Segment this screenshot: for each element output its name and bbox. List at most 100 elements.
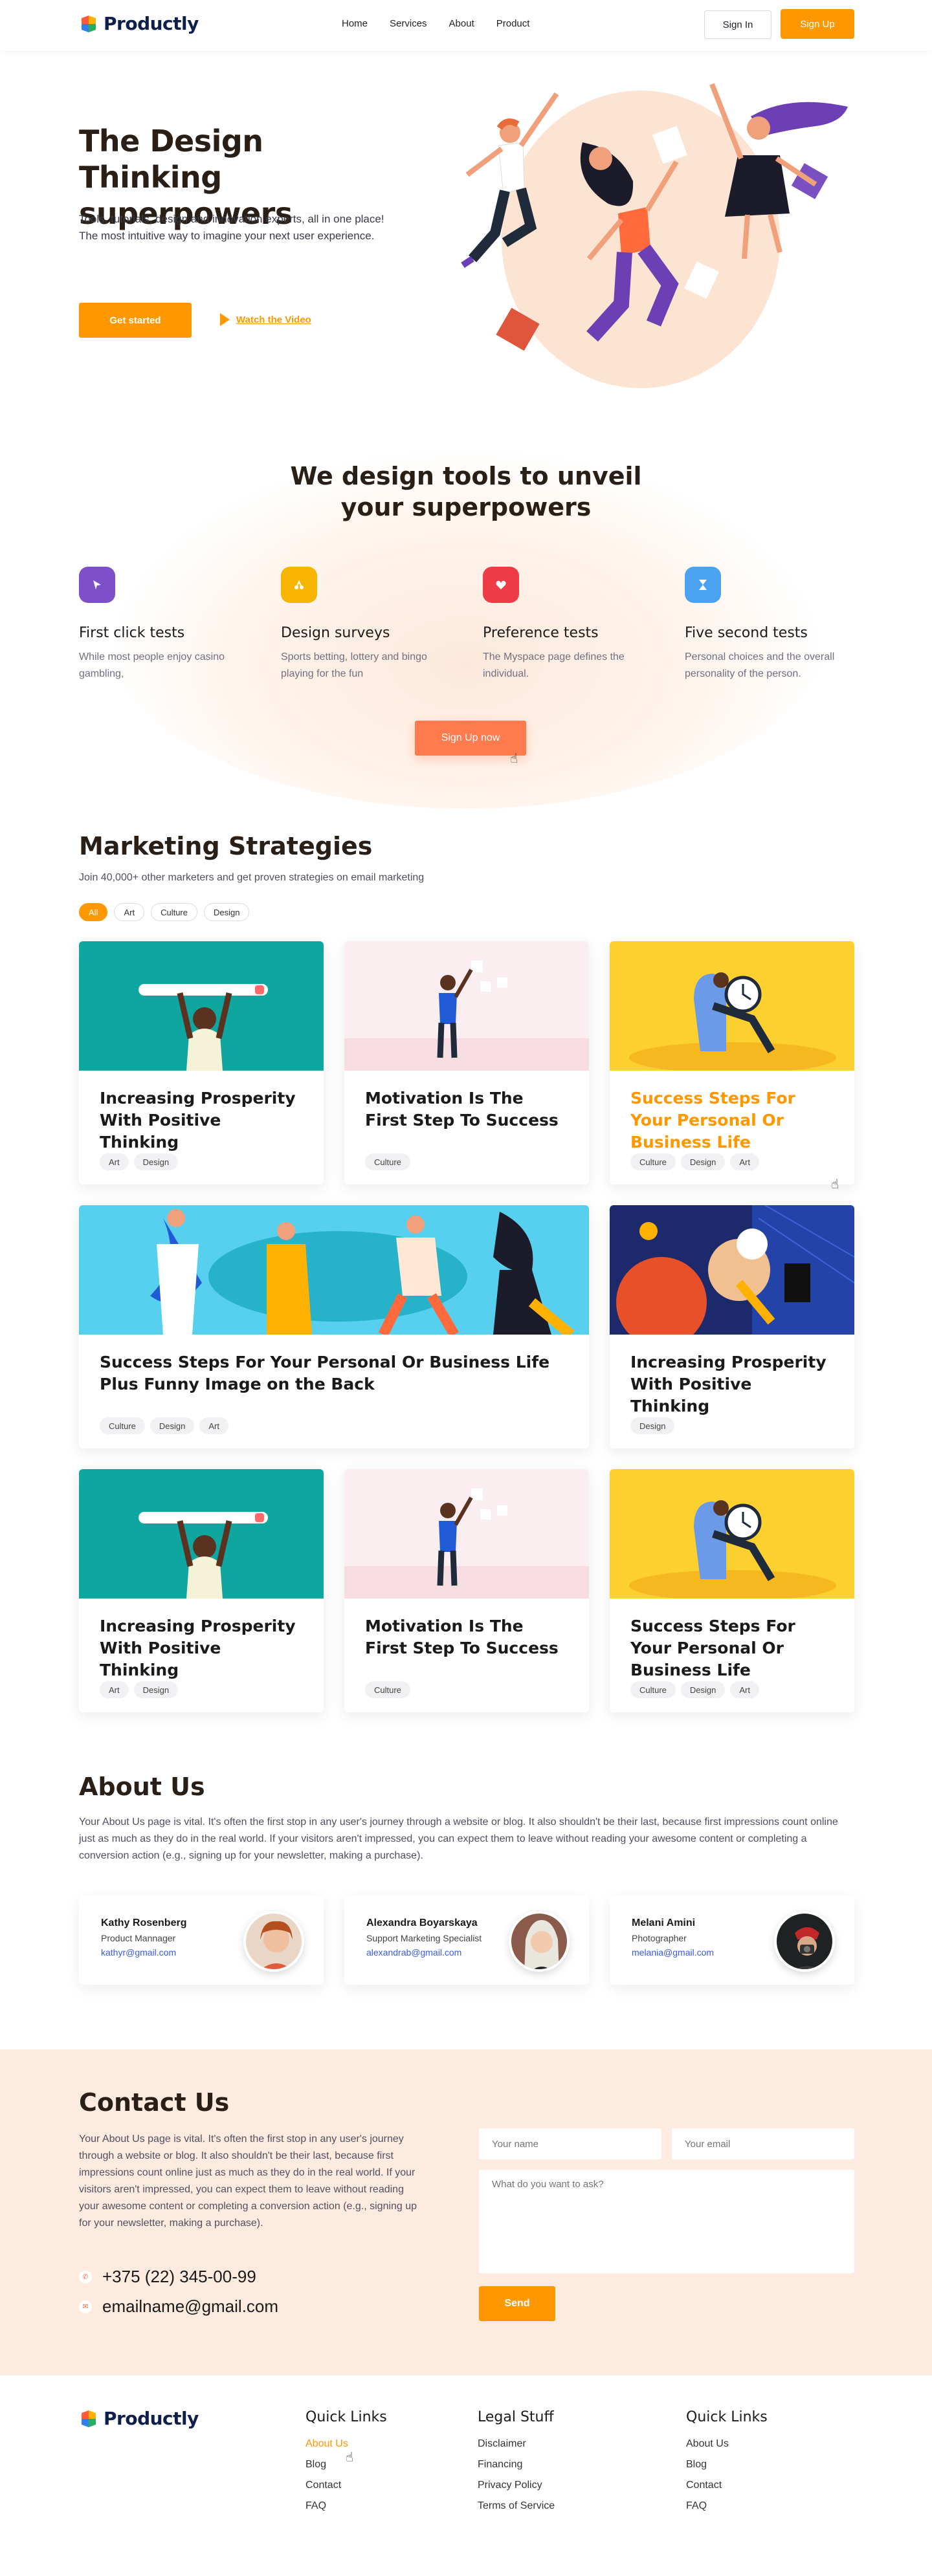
tag[interactable]: Design [630,1417,675,1434]
page: Productly Home Services About Product Si… [0,0,932,2576]
sign-up-button[interactable]: Sign Up [781,9,854,39]
filter-design[interactable]: Design [204,903,250,921]
message-field[interactable] [479,2170,854,2273]
brand-name: Productly [104,2408,199,2429]
card-tags: Art Design [100,1153,179,1170]
footer-link-about[interactable]: About Us [686,2438,768,2450]
tag[interactable]: Art [730,1681,760,1698]
filter-all[interactable]: All [79,903,108,921]
card-title: Increasing Prosperity With Positive Thin… [100,1089,296,1152]
team-member-card: Kathy Rosenberg Product Mannager kathyr@… [79,1895,324,1985]
card-tags: Culture [365,1153,410,1170]
card-image [344,1469,589,1599]
tag[interactable]: Culture [365,1153,410,1170]
footer-link-contact[interactable]: Contact [305,2480,387,2491]
tag[interactable]: Culture [630,1153,676,1170]
email-field[interactable] [672,2128,854,2159]
hand-cursor-icon: ☝ [346,2450,354,2465]
footer-column-title: Legal Stuff [478,2409,554,2425]
tag[interactable]: Culture [365,1681,410,1698]
survey-icon [281,567,317,603]
footer-link-privacy[interactable]: Privacy Policy [478,2480,555,2491]
sign-in-button[interactable]: Sign In [704,10,771,39]
nav-product[interactable]: Product [496,18,530,29]
tool-name: Preference tests [483,625,599,641]
card-title: Increasing Prosperity With Positive Thin… [630,1353,827,1415]
filter-culture[interactable]: Culture [151,903,197,921]
tag[interactable]: Design [680,1153,726,1170]
footer-link-about[interactable]: About Us [305,2438,387,2450]
card-title: Motivation Is The First Step To Success [365,1617,559,1657]
tool-name: Design surveys [281,625,390,641]
hand-cursor-icon: ☝ [831,1177,839,1192]
footer-link-blog[interactable]: Blog [686,2459,768,2471]
brand-name: Productly [104,13,199,34]
article-card[interactable]: Motivation Is The First Step To Success … [344,941,589,1184]
member-role: Product Mannager [101,1933,176,1943]
filter-art[interactable]: Art [114,903,145,921]
tag[interactable]: Art [100,1153,129,1170]
article-card[interactable]: Success Steps For Your Personal Or Busin… [79,1205,589,1448]
nav-services[interactable]: Services [390,18,427,29]
logo[interactable]: Productly [79,13,199,34]
send-button[interactable]: Send [479,2286,555,2321]
article-card[interactable]: Success Steps For Your Personal Or Busin… [610,941,854,1184]
footer-logo[interactable]: Productly [79,2408,199,2429]
nav-home[interactable]: Home [342,18,368,29]
article-card[interactable]: Success Steps For Your Personal Or Busin… [610,1469,854,1712]
card-image [79,1205,589,1335]
member-email[interactable]: kathyr@gmail.com [101,1947,176,1958]
tag[interactable]: Culture [100,1417,145,1434]
article-card[interactable]: Motivation Is The First Step To Success … [344,1469,589,1712]
card-title: Motivation Is The First Step To Success [365,1089,559,1130]
member-email[interactable]: melania@gmail.com [632,1947,714,1958]
card-image [610,941,854,1071]
tag[interactable]: Design [133,1153,179,1170]
footer-link-disclaimer[interactable]: Disclaimer [478,2438,555,2450]
phone-number: +375 (22) 345-00-99 [102,2267,256,2286]
card-title: Success Steps For Your Personal Or Busin… [630,1617,795,1679]
member-role: Support Marketing Specialist [366,1933,482,1943]
tag[interactable]: Art [730,1153,760,1170]
card-title: Success Steps For Your Personal Or Busin… [630,1089,795,1152]
tag[interactable]: Design [150,1417,195,1434]
filter-bar: All Art Culture Design [79,903,250,921]
get-started-button[interactable]: Get started [79,303,192,338]
marketing-title: Marketing Strategies [79,832,373,860]
tag[interactable]: Culture [630,1681,676,1698]
tag[interactable]: Design [133,1681,179,1698]
footer-link-financing[interactable]: Financing [478,2459,555,2471]
footer-column-title: Quick Links [686,2409,768,2425]
member-email[interactable]: alexandrab@gmail.com [366,1947,461,1958]
name-field[interactable] [479,2128,661,2159]
phone-icon: ✆ [79,2270,92,2284]
play-icon [220,313,230,326]
footer-link-terms[interactable]: Terms of Service [478,2500,555,2512]
contact-email[interactable]: ✉ emailname@gmail.com [79,2297,278,2317]
watch-video-link[interactable]: Watch the Video [220,313,311,326]
hero-text: Tools, tutorials, design and innovation … [79,213,384,242]
member-name: Melani Amini [632,1917,696,1928]
footer-column-quick-links-2: Quick Links About Us Blog Contact FAQ [686,2409,768,2521]
footer-link-faq[interactable]: FAQ [686,2500,768,2512]
article-card[interactable]: Increasing Prosperity With Positive Thin… [79,1469,324,1712]
contact-phone[interactable]: ✆ +375 (22) 345-00-99 [79,2267,256,2287]
tag[interactable]: Design [680,1681,726,1698]
tool-first-click: First click tests While most people enjo… [79,567,254,682]
about-title: About Us [79,1773,205,1801]
article-card[interactable]: Increasing Prosperity With Positive Thin… [79,941,324,1184]
card-image [610,1469,854,1599]
member-name: Alexandra Boyarskaya [366,1917,478,1928]
card-image [79,1469,324,1599]
tool-name: First click tests [79,625,185,641]
team-member-card: Alexandra Boyarskaya Support Marketing S… [344,1895,589,1985]
footer-link-faq[interactable]: FAQ [305,2500,387,2512]
footer-link-contact[interactable]: Contact [686,2480,768,2491]
tag[interactable]: Art [199,1417,229,1434]
logo-icon [79,2409,98,2429]
article-card[interactable]: Increasing Prosperity With Positive Thin… [610,1205,854,1448]
tag[interactable]: Art [100,1681,129,1698]
nav-about[interactable]: About [449,18,474,29]
contact-text: Your About Us page is vital. It's often … [79,2134,417,2229]
mail-icon: ✉ [79,2300,92,2313]
